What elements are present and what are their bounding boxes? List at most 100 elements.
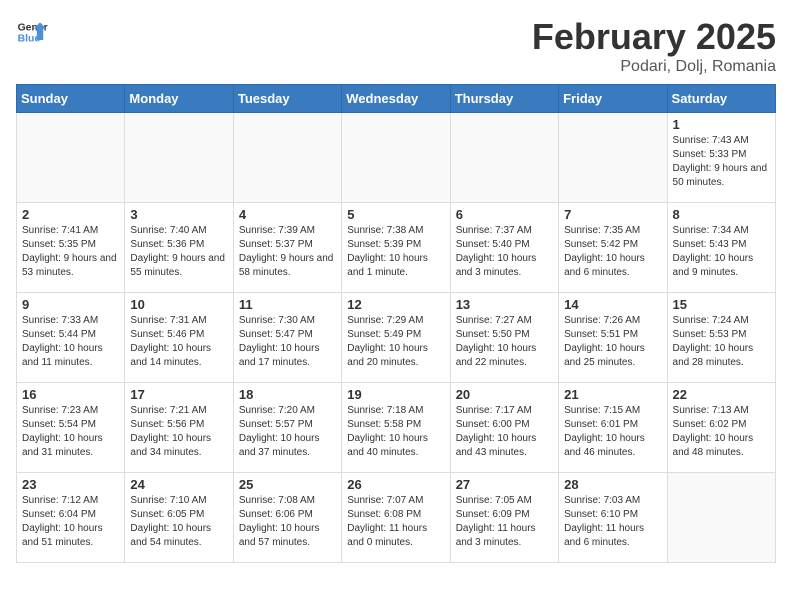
day-number: 23 [22,477,119,492]
day-number: 1 [673,117,770,132]
day-number: 4 [239,207,336,222]
day-info: Sunrise: 7:12 AM Sunset: 6:04 PM Dayligh… [22,494,119,550]
day-number: 16 [22,387,119,402]
calendar-cell: 7 Sunrise: 7:35 AM Sunset: 5:42 PM Daylig… [559,203,667,293]
day-info: Sunrise: 7:20 AM Sunset: 5:57 PM Dayligh… [239,404,336,460]
calendar-week-row: 1 Sunrise: 7:43 AM Sunset: 5:33 PM Daylig… [17,113,776,203]
calendar-cell: 25 Sunrise: 7:08 AM Sunset: 6:06 PM Dayli… [233,473,341,563]
day-info: Sunrise: 7:40 AM Sunset: 5:36 PM Dayligh… [130,224,227,280]
calendar-cell: 28 Sunrise: 7:03 AM Sunset: 6:10 PM Dayli… [559,473,667,563]
col-sunday: Sunday [17,85,125,113]
day-info: Sunrise: 7:38 AM Sunset: 5:39 PM Dayligh… [347,224,444,280]
day-info: Sunrise: 7:34 AM Sunset: 5:43 PM Dayligh… [673,224,770,280]
calendar-cell: 21Sunrise: 7:15 AM Sunset: 6:01 PM Dayli… [559,383,667,473]
day-number: 22 [673,387,770,402]
calendar-cell: 1 Sunrise: 7:43 AM Sunset: 5:33 PM Daylig… [667,113,775,203]
calendar-cell: 15 Sunrise: 7:24 AM Sunset: 5:53 PM Dayli… [667,293,775,383]
calendar-subtitle: Podari, Dolj, Romania [532,58,776,76]
col-wednesday: Wednesday [342,85,450,113]
day-info: Sunrise: 7:41 AM Sunset: 5:35 PM Dayligh… [22,224,119,280]
calendar-cell: 16 Sunrise: 7:23 AM Sunset: 5:54 PM Dayli… [17,383,125,473]
day-number: 15 [673,297,770,312]
day-number: 17 [130,387,227,402]
calendar-cell: 3Sunrise: 7:40 AM Sunset: 5:36 PM Daylig… [125,203,233,293]
col-thursday: Thursday [450,85,558,113]
day-number: 10 [130,297,227,312]
day-number: 18 [239,387,336,402]
day-info: Sunrise: 7:29 AM Sunset: 5:49 PM Dayligh… [347,314,444,370]
day-info: Sunrise: 7:26 AM Sunset: 5:51 PM Dayligh… [564,314,661,370]
day-number: 11 [239,297,336,312]
calendar-table: Sunday Monday Tuesday Wednesday Thursday… [16,84,776,563]
calendar-cell: 23 Sunrise: 7:12 AM Sunset: 6:04 PM Dayli… [17,473,125,563]
calendar-week-row: 16 Sunrise: 7:23 AM Sunset: 5:54 PM Dayli… [17,383,776,473]
day-number: 13 [456,297,553,312]
calendar-cell: 20Sunrise: 7:17 AM Sunset: 6:00 PM Dayli… [450,383,558,473]
day-info: Sunrise: 7:39 AM Sunset: 5:37 PM Dayligh… [239,224,336,280]
day-info: Sunrise: 7:30 AM Sunset: 5:47 PM Dayligh… [239,314,336,370]
calendar-cell: 26 Sunrise: 7:07 AM Sunset: 6:08 PM Dayli… [342,473,450,563]
calendar-cell: 17 Sunrise: 7:21 AM Sunset: 5:56 PM Dayli… [125,383,233,473]
page-header: General Blue February 2025 Podari, Dolj,… [16,16,776,76]
day-number: 24 [130,477,227,492]
day-info: Sunrise: 7:05 AM Sunset: 6:09 PM Dayligh… [456,494,553,550]
calendar-cell: 6Sunrise: 7:37 AM Sunset: 5:40 PM Daylig… [450,203,558,293]
title-area: February 2025 Podari, Dolj, Romania [532,16,776,76]
day-number: 12 [347,297,444,312]
calendar-cell: 22 Sunrise: 7:13 AM Sunset: 6:02 PM Dayli… [667,383,775,473]
col-saturday: Saturday [667,85,775,113]
calendar-cell: 12 Sunrise: 7:29 AM Sunset: 5:49 PM Dayli… [342,293,450,383]
day-info: Sunrise: 7:27 AM Sunset: 5:50 PM Dayligh… [456,314,553,370]
calendar-cell [125,113,233,203]
calendar-cell: 19 Sunrise: 7:18 AM Sunset: 5:58 PM Dayli… [342,383,450,473]
day-number: 2 [22,207,119,222]
day-number: 28 [564,477,661,492]
day-info: Sunrise: 7:03 AM Sunset: 6:10 PM Dayligh… [564,494,661,550]
calendar-week-row: 23 Sunrise: 7:12 AM Sunset: 6:04 PM Dayli… [17,473,776,563]
day-number: 5 [347,207,444,222]
day-number: 19 [347,387,444,402]
day-info: Sunrise: 7:23 AM Sunset: 5:54 PM Dayligh… [22,404,119,460]
calendar-cell: 14 Sunrise: 7:26 AM Sunset: 5:51 PM Dayli… [559,293,667,383]
calendar-cell: 5 Sunrise: 7:38 AM Sunset: 5:39 PM Daylig… [342,203,450,293]
day-info: Sunrise: 7:24 AM Sunset: 5:53 PM Dayligh… [673,314,770,370]
calendar-cell [450,113,558,203]
day-number: 25 [239,477,336,492]
day-info: Sunrise: 7:43 AM Sunset: 5:33 PM Dayligh… [673,134,770,190]
day-number: 20 [456,387,553,402]
day-number: 14 [564,297,661,312]
calendar-week-row: 2 Sunrise: 7:41 AM Sunset: 5:35 PM Daylig… [17,203,776,293]
calendar-cell [559,113,667,203]
col-tuesday: Tuesday [233,85,341,113]
day-number: 26 [347,477,444,492]
day-info: Sunrise: 7:31 AM Sunset: 5:46 PM Dayligh… [130,314,227,370]
calendar-cell [233,113,341,203]
logo: General Blue [16,16,48,48]
calendar-cell: 13 Sunrise: 7:27 AM Sunset: 5:50 PM Dayli… [450,293,558,383]
calendar-cell: 2 Sunrise: 7:41 AM Sunset: 5:35 PM Daylig… [17,203,125,293]
day-info: Sunrise: 7:13 AM Sunset: 6:02 PM Dayligh… [673,404,770,460]
day-info: Sunrise: 7:35 AM Sunset: 5:42 PM Dayligh… [564,224,661,280]
calendar-title: February 2025 [532,16,776,58]
day-number: 7 [564,207,661,222]
day-info: Sunrise: 7:33 AM Sunset: 5:44 PM Dayligh… [22,314,119,370]
col-monday: Monday [125,85,233,113]
calendar-cell [17,113,125,203]
calendar-cell: 8 Sunrise: 7:34 AM Sunset: 5:43 PM Daylig… [667,203,775,293]
day-info: Sunrise: 7:37 AM Sunset: 5:40 PM Dayligh… [456,224,553,280]
day-info: Sunrise: 7:07 AM Sunset: 6:08 PM Dayligh… [347,494,444,550]
day-number: 21 [564,387,661,402]
day-number: 27 [456,477,553,492]
day-info: Sunrise: 7:10 AM Sunset: 6:05 PM Dayligh… [130,494,227,550]
calendar-cell: 9 Sunrise: 7:33 AM Sunset: 5:44 PM Daylig… [17,293,125,383]
logo-icon: General Blue [16,16,48,48]
day-info: Sunrise: 7:21 AM Sunset: 5:56 PM Dayligh… [130,404,227,460]
day-info: Sunrise: 7:08 AM Sunset: 6:06 PM Dayligh… [239,494,336,550]
calendar-cell: 27 Sunrise: 7:05 AM Sunset: 6:09 PM Dayli… [450,473,558,563]
calendar-header-row: Sunday Monday Tuesday Wednesday Thursday… [17,85,776,113]
day-number: 9 [22,297,119,312]
day-info: Sunrise: 7:18 AM Sunset: 5:58 PM Dayligh… [347,404,444,460]
calendar-cell: 11 Sunrise: 7:30 AM Sunset: 5:47 PM Dayli… [233,293,341,383]
col-friday: Friday [559,85,667,113]
day-number: 8 [673,207,770,222]
